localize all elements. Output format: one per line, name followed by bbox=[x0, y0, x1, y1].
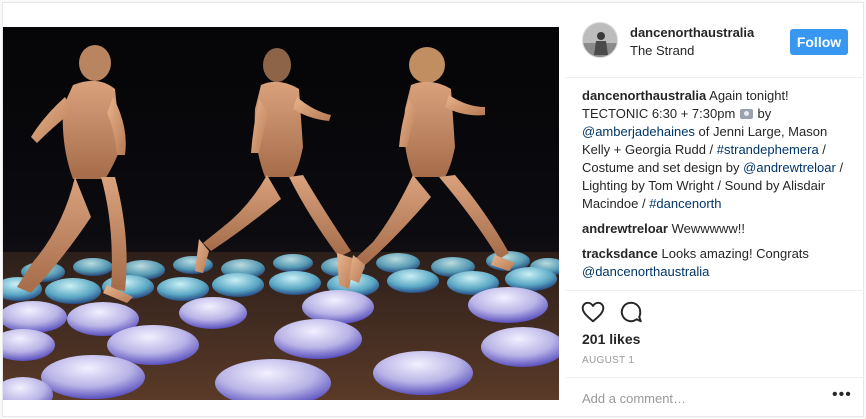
add-comment-section: ••• bbox=[566, 377, 864, 418]
dancers-on-stage-image bbox=[3, 45, 559, 400]
post-username-link[interactable]: dancenorthaustralia bbox=[630, 25, 754, 40]
avatar[interactable] bbox=[582, 22, 618, 58]
post-date[interactable]: AUGUST 1 bbox=[582, 355, 634, 366]
post-location-link[interactable]: The Strand bbox=[630, 43, 694, 58]
likes-count[interactable]: 201 likes bbox=[582, 331, 640, 347]
post-header: dancenorthaustralia The Strand Follow bbox=[566, 3, 864, 78]
mention-link[interactable]: @andrewtreloar bbox=[743, 160, 836, 175]
dancer-right bbox=[349, 47, 515, 283]
heart-icon-glyph bbox=[581, 301, 605, 323]
comment-username-link[interactable]: tracksdance bbox=[582, 246, 658, 261]
follow-button[interactable]: Follow bbox=[790, 29, 848, 55]
post-side-panel: dancenorthaustralia The Strand Follow da… bbox=[566, 3, 864, 416]
comment-username-link[interactable]: andrewtreloar bbox=[582, 221, 668, 236]
mention-link[interactable]: @dancenorthaustralia bbox=[582, 264, 709, 279]
post-photo[interactable] bbox=[3, 27, 559, 400]
post-actions: 201 likes AUGUST 1 ••• bbox=[566, 290, 864, 417]
comment-icon[interactable] bbox=[618, 299, 644, 325]
instagram-post: dancenorthaustralia The Strand Follow da… bbox=[2, 2, 864, 417]
avatar-image bbox=[583, 23, 617, 57]
comment-icon-glyph bbox=[620, 301, 642, 323]
comment-text: Wewwwww!! bbox=[667, 221, 746, 236]
hashtag-link[interactable]: #strandephemera bbox=[717, 142, 819, 157]
caption: dancenorthaustralia Again tonight! TECTO… bbox=[582, 87, 854, 213]
comment-item: tracksdance Looks amazing! Congrats @dan… bbox=[582, 245, 854, 281]
comment-text: Looks amazing! Congrats bbox=[657, 246, 809, 261]
heart-icon[interactable] bbox=[580, 299, 606, 325]
camera-emoji-icon bbox=[739, 109, 753, 119]
more-options-icon[interactable]: ••• bbox=[832, 387, 852, 406]
comments-list: dancenorthaustralia Again tonight! TECTO… bbox=[582, 87, 854, 288]
mention-link[interactable]: @amberjadehaines bbox=[582, 124, 695, 139]
hashtag-link[interactable]: #dancenorth bbox=[649, 196, 721, 211]
add-comment-input[interactable] bbox=[582, 388, 812, 408]
caption-text: by bbox=[753, 106, 772, 121]
caption-username-link[interactable]: dancenorthaustralia bbox=[582, 88, 706, 103]
comment-item: andrewtreloar Wewwwww!! bbox=[582, 220, 854, 238]
